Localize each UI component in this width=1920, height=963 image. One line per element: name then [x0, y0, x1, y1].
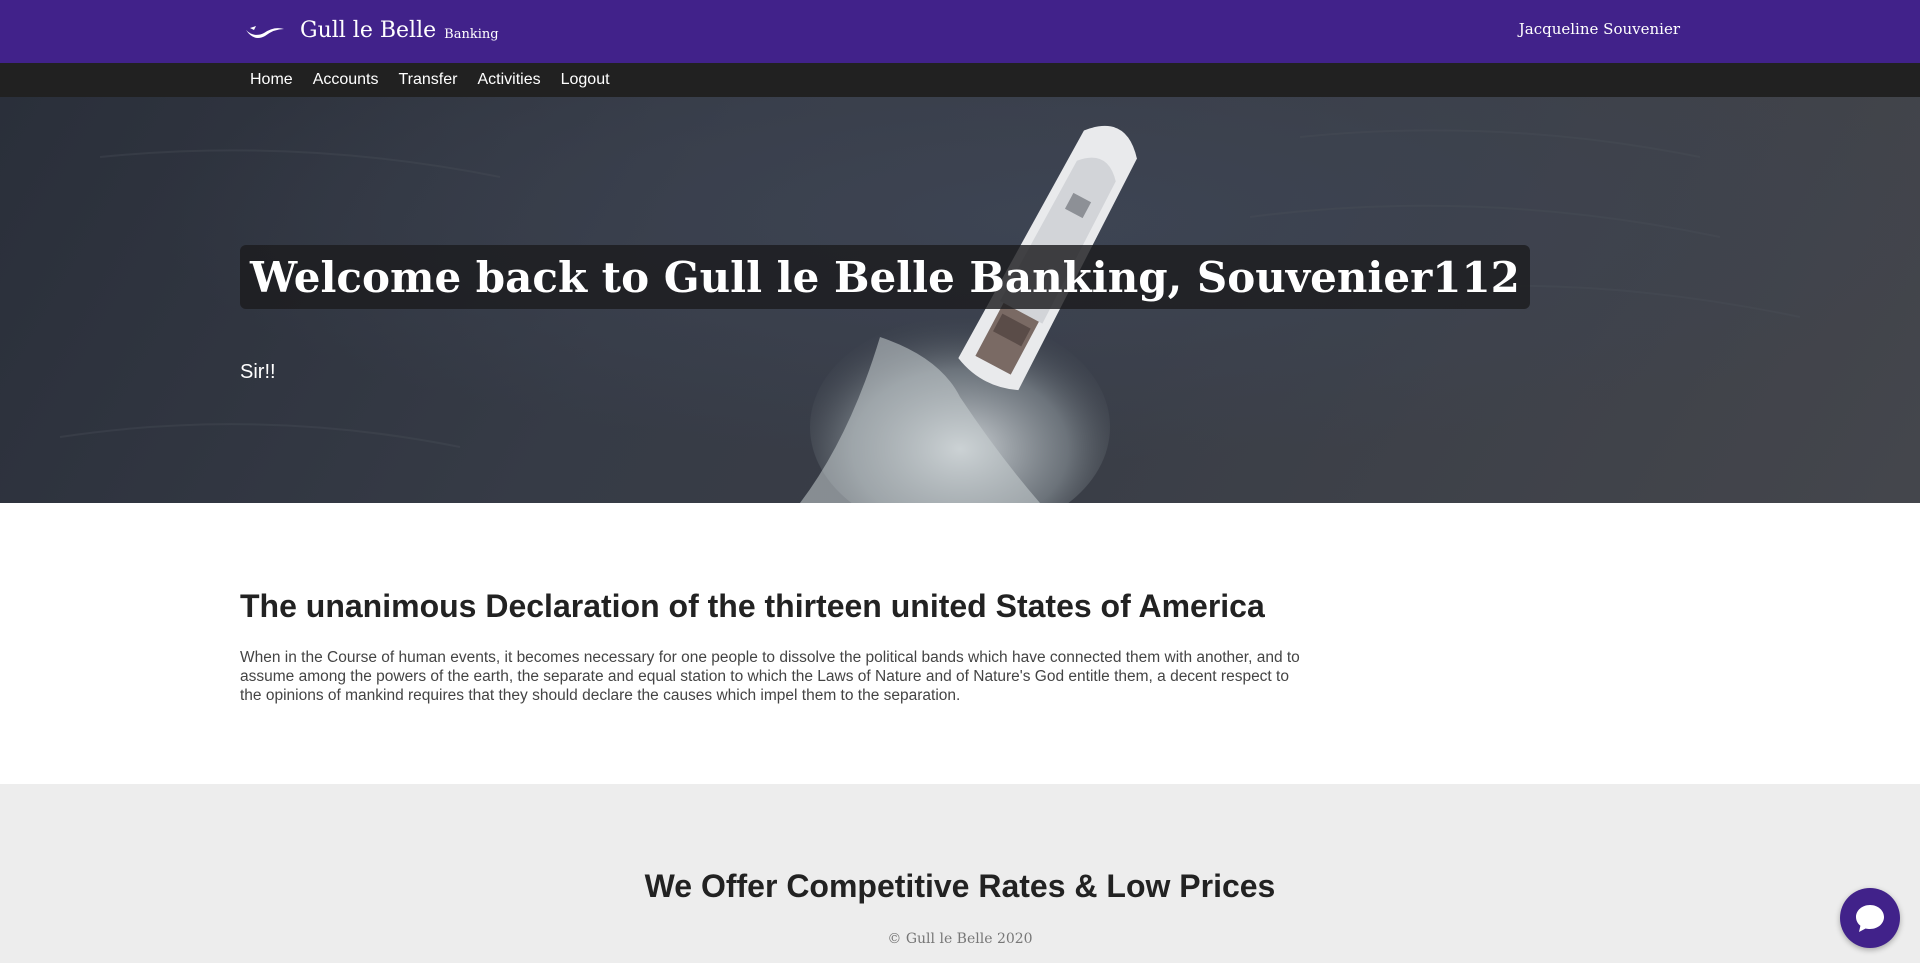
- nav-logout[interactable]: Logout: [551, 71, 620, 89]
- nav-accounts[interactable]: Accounts: [303, 71, 389, 89]
- nav-transfer[interactable]: Transfer: [389, 71, 468, 89]
- hero-banner: Welcome back to Gull le Belle Banking, S…: [0, 97, 1920, 503]
- chat-bubble-icon: [1856, 905, 1884, 932]
- declaration-heading: The unanimous Declaration of the thirtee…: [240, 588, 1265, 624]
- rates-section: We Offer Competitive Rates & Low Prices …: [0, 784, 1920, 963]
- rates-heading: We Offer Competitive Rates & Low Prices: [644, 868, 1276, 904]
- brand-subtitle: Banking: [444, 27, 499, 42]
- brand-name: Gull le Belle: [300, 18, 437, 43]
- declaration-text: When in the Course of human events, it b…: [240, 649, 1300, 704]
- nav-activities[interactable]: Activities: [467, 71, 550, 89]
- hero-title-box: Welcome back to Gull le Belle Banking, S…: [240, 245, 1530, 309]
- brand[interactable]: Gull le Belle Banking: [244, 14, 499, 48]
- hero-title: Welcome back to Gull le Belle Banking, S…: [250, 252, 1520, 302]
- nav-bar: Home Accounts Transfer Activities Logout: [0, 63, 1920, 97]
- main-nav: Home Accounts Transfer Activities Logout: [240, 63, 620, 97]
- top-bar: Gull le Belle Banking Jacqueline Souveni…: [0, 0, 1920, 63]
- seagull-icon: [246, 26, 284, 38]
- nav-home[interactable]: Home: [240, 71, 303, 89]
- copyright: © Gull le Belle 2020: [887, 931, 1033, 947]
- hero-subtitle: Sir!!: [240, 361, 276, 383]
- chat-button[interactable]: [1840, 888, 1900, 948]
- user-name[interactable]: Jacqueline Souvenier: [1519, 20, 1680, 38]
